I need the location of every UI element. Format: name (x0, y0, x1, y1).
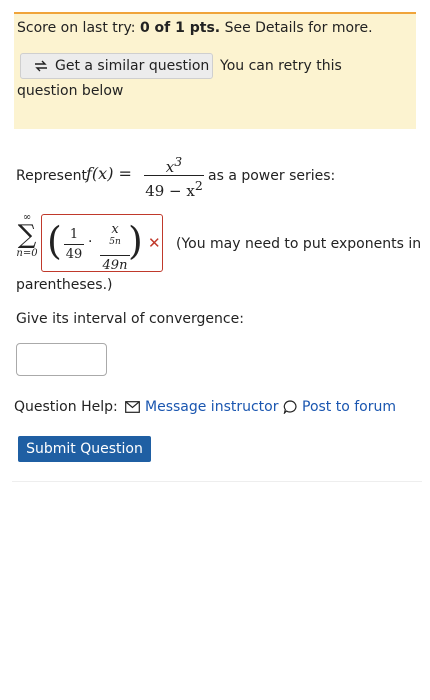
help-label: Question Help: (14, 399, 118, 415)
multiply-dot: · (88, 234, 93, 250)
interval-label: Give its interval of convergence: (16, 311, 244, 327)
left-paren: ( (47, 219, 62, 263)
similar-question-label: Get a similar question (55, 58, 210, 74)
incorrect-x-icon: ✕ (148, 234, 161, 252)
series-answer-row: ∞ ∑ n=0 ( 1 49 · x 5n 49n ) ✕ (You may ne… (14, 212, 424, 276)
frac2-numerator: x (111, 222, 119, 237)
frac1-denominator: 49 (65, 247, 83, 262)
envelope-icon (125, 401, 140, 413)
message-instructor-label: Message instructor (145, 399, 279, 415)
similar-question-button[interactable]: Get a similar question (20, 53, 213, 79)
score-text: Score on last try: 0 of 1 pts. See Detai… (17, 20, 373, 36)
denominator-exponent: 2 (194, 178, 203, 193)
exponent-hint: (You may need to put exponents in (176, 236, 422, 252)
exponent-hint-continued: parentheses.) (16, 277, 113, 293)
represent-label: Represent (16, 168, 87, 184)
submit-question-button[interactable]: Submit Question (18, 436, 151, 462)
numerator-base: x (165, 158, 175, 176)
power-series-label: as a power series: (208, 168, 336, 184)
post-to-forum-link[interactable]: Post to forum (283, 399, 396, 415)
summation-symbol: ∞ ∑ n=0 (14, 212, 40, 259)
frac2-exponent: 5n (109, 237, 121, 247)
message-instructor-link[interactable]: Message instructor (125, 399, 279, 415)
frac2-denominator: 49n (102, 258, 128, 274)
answer-fraction-1: 1 49 (64, 227, 84, 262)
sigma-glyph: ∑ (17, 220, 37, 250)
retry-text-continued: question below (17, 83, 124, 99)
frac1-numerator: 1 (69, 227, 79, 242)
numerator-exponent: 3 (174, 154, 183, 169)
function-fraction: x3 49 − x2 (144, 154, 204, 200)
retry-icon (35, 60, 47, 72)
function-lhs: f(x) = (86, 164, 132, 183)
denominator-base: 49 − x (145, 182, 195, 200)
section-divider (12, 481, 422, 482)
retry-text: You can retry this (220, 58, 342, 74)
question-help-row: Question Help: Message instructor Post t… (14, 399, 414, 417)
speech-bubble-icon (283, 400, 297, 414)
score-suffix: See Details for more. (220, 20, 373, 36)
right-paren: ) (128, 219, 143, 263)
answer-fraction-2: x 5n 49n (100, 222, 130, 273)
score-prefix: Score on last try: (17, 20, 140, 36)
series-answer-input[interactable]: ( 1 49 · x 5n 49n ) ✕ (41, 214, 163, 273)
interval-input[interactable] (16, 343, 107, 376)
score-value: 0 of 1 pts. (139, 20, 221, 36)
sum-lower-limit: n=0 (16, 248, 38, 259)
post-to-forum-label: Post to forum (302, 399, 397, 415)
